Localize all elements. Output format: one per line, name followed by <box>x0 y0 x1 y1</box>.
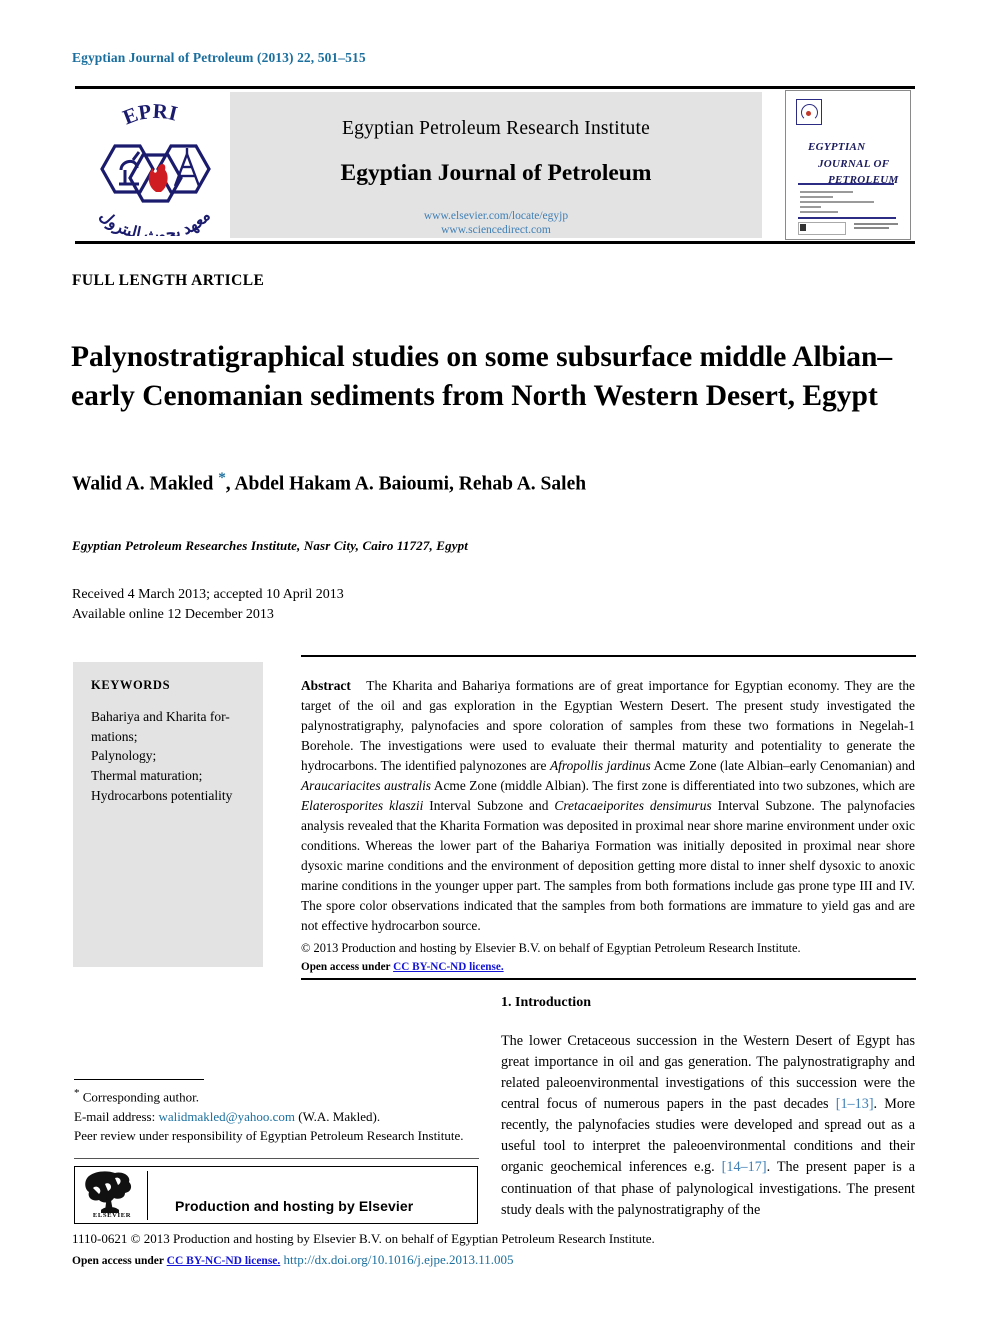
elsevier-wordmark: ELSEVIER <box>92 1212 132 1219</box>
masthead-top-rule <box>75 86 915 89</box>
author-rest: , Abdel Hakam A. Baioumi, Rehab A. Saleh <box>225 473 587 495</box>
email-suffix: (W.A. Makled). <box>295 1108 381 1124</box>
abstract-copyright: © 2013 Production and hosting by Elsevie… <box>301 940 915 976</box>
elsevier-tree-logo-icon: ELSEVIER <box>81 1170 139 1220</box>
cover-badge-icon <box>796 99 822 125</box>
cover-title-line3: PETROLEUM <box>828 174 899 186</box>
citation-ref-1-13[interactable]: [1–13] <box>836 1096 874 1112</box>
abstract-taxon-4: Cretacaeiporites densimurus <box>554 798 712 814</box>
legal-line-2: Open access under CC BY-NC-ND license. h… <box>72 1252 922 1268</box>
keyword-line: Hydrocarbons potentiality <box>91 787 233 803</box>
cc-license-link[interactable]: CC BY-NC-ND license. <box>393 961 504 973</box>
legal-cc-license-link[interactable]: CC BY-NC-ND license. <box>167 1255 281 1267</box>
abstract-top-rule <box>301 655 916 658</box>
abstract-taxon-1: Afropollis jardinus <box>549 758 651 774</box>
copyright-text: © 2013 Production and hosting by Elsevie… <box>301 941 801 955</box>
cover-footer <box>798 222 898 235</box>
peer-review-note: Peer review under responsibility of Egyp… <box>74 1128 464 1144</box>
author-list: Walid A. Makled *, Abdel Hakam A. Baioum… <box>72 470 902 496</box>
keywords-heading: KEYWORDS <box>91 678 171 692</box>
abstract-bottom-rule <box>301 978 916 981</box>
cover-title-line1: EGYPTIAN <box>808 141 866 153</box>
abstract-text-5: Interval Subzone. The palynofacies analy… <box>301 798 916 934</box>
abstract-taxon-2: Araucariacites australis <box>301 778 431 794</box>
available-online-date: Available online 12 December 2013 <box>72 607 274 623</box>
corresponding-author-note: * Corresponding author. <box>74 1085 479 1107</box>
abstract-label: Abstract <box>301 678 351 693</box>
abstract-body: Abstract The Kharita and Bahariya format… <box>301 676 915 936</box>
email-note: E-mail address: walidmakled@yahoo.com (W… <box>74 1107 479 1127</box>
running-head: Egyptian Journal of Petroleum (2013) 22,… <box>72 50 366 65</box>
epri-logo-icon: EPRI معهد بحوث البترول <box>81 94 229 236</box>
journal-name: Egyptian Journal of Petroleum <box>340 160 652 186</box>
cover-rule-lower <box>798 217 896 219</box>
section-heading-introduction: 1. Introduction <box>501 995 591 1010</box>
svg-text:EPRI: EPRI <box>119 99 180 130</box>
footnote-rule <box>74 1079 204 1081</box>
masthead-bottom-rule <box>75 241 915 244</box>
cover-title-line2: JOURNAL OF <box>818 157 890 170</box>
abstract-taxon-3: Elaterosporites klaszii <box>301 798 424 814</box>
keyword-line: Palynology; <box>91 748 157 764</box>
footnote-block: * Corresponding author. E-mail address: … <box>74 1085 479 1146</box>
production-hosting-text: Production and hosting by Elsevier <box>175 1198 414 1214</box>
masthead-links: www.elsevier.com/locate/egyjp www.scienc… <box>230 209 762 238</box>
paper-page: Egyptian Journal of Petroleum (2013) 22,… <box>0 0 992 1323</box>
journal-cover-thumbnail: EGYPTIAN JOURNAL OF PETROLEUM <box>785 90 911 240</box>
keywords-panel: KEYWORDS Bahariya and Kharita for- matio… <box>73 662 263 967</box>
cover-placeholder-lines <box>800 191 886 216</box>
article-dates: Received 4 March 2013; accepted 10 April… <box>72 585 572 626</box>
open-access-label: Open access under <box>301 960 394 973</box>
institute-name: Egyptian Petroleum Research Institute <box>342 118 650 139</box>
footnote-rule-2 <box>74 1158 479 1160</box>
doi-link[interactable]: http://dx.doi.org/10.1016/j.ejpe.2013.11… <box>284 1252 514 1267</box>
corresponding-text: Corresponding author. <box>79 1089 200 1105</box>
production-hosting-box: ELSEVIER Production and hosting by Elsev… <box>74 1166 478 1224</box>
received-date: Received 4 March 2013; accepted 10 April… <box>72 587 344 602</box>
corresponding-author-marker[interactable]: * <box>218 470 226 486</box>
masthead-center-panel: Egyptian Petroleum Research Institute Eg… <box>230 92 762 238</box>
author-email-link[interactable]: walidmakled@yahoo.com <box>158 1109 295 1124</box>
svg-text:معهد بحوث البترول: معهد بحوث البترول <box>96 208 214 236</box>
page-title: Palynostratigraphical studies on some su… <box>71 340 893 412</box>
affiliation: Egyptian Petroleum Researches Institute,… <box>72 538 469 553</box>
keyword-line: Bahariya and Kharita for- <box>91 709 230 724</box>
legal-line-1: 1110-0621 © 2013 Production and hosting … <box>72 1231 655 1246</box>
legal-open-access-label: Open access under <box>72 1255 167 1267</box>
journal-masthead: EPRI معهد بحوث البترول Egyptian Petroleu… <box>75 86 915 244</box>
citation-ref-14-17[interactable]: [14–17] <box>722 1159 767 1175</box>
elsevier-locate-link[interactable]: www.elsevier.com/locate/egyjp <box>230 209 762 223</box>
keyword-line: mations; <box>91 728 138 744</box>
cover-rule-upper <box>798 183 894 185</box>
author-primary: Walid A. Makled <box>72 473 219 495</box>
production-box-divider <box>147 1171 149 1220</box>
abstract-text-4: Interval Subzone and <box>423 798 555 814</box>
abstract-text-3: Acme Zone (middle Albian). The first zon… <box>431 778 915 794</box>
cover-title: EGYPTIAN JOURNAL OF PETROLEUM <box>808 139 903 189</box>
email-label: E-mail address: <box>74 1108 159 1124</box>
keywords-list: Bahariya and Kharita for- mations; Palyn… <box>91 707 249 806</box>
introduction-paragraph: The lower Cretaceous succession in the W… <box>501 1031 915 1221</box>
keyword-line: Thermal maturation; <box>91 768 203 784</box>
sciencedirect-link[interactable]: www.sciencedirect.com <box>230 223 762 237</box>
abstract-text-2: Acme Zone (late Albian–early Cenomanian)… <box>650 758 915 774</box>
article-type-label: FULL LENGTH ARTICLE <box>72 272 265 289</box>
